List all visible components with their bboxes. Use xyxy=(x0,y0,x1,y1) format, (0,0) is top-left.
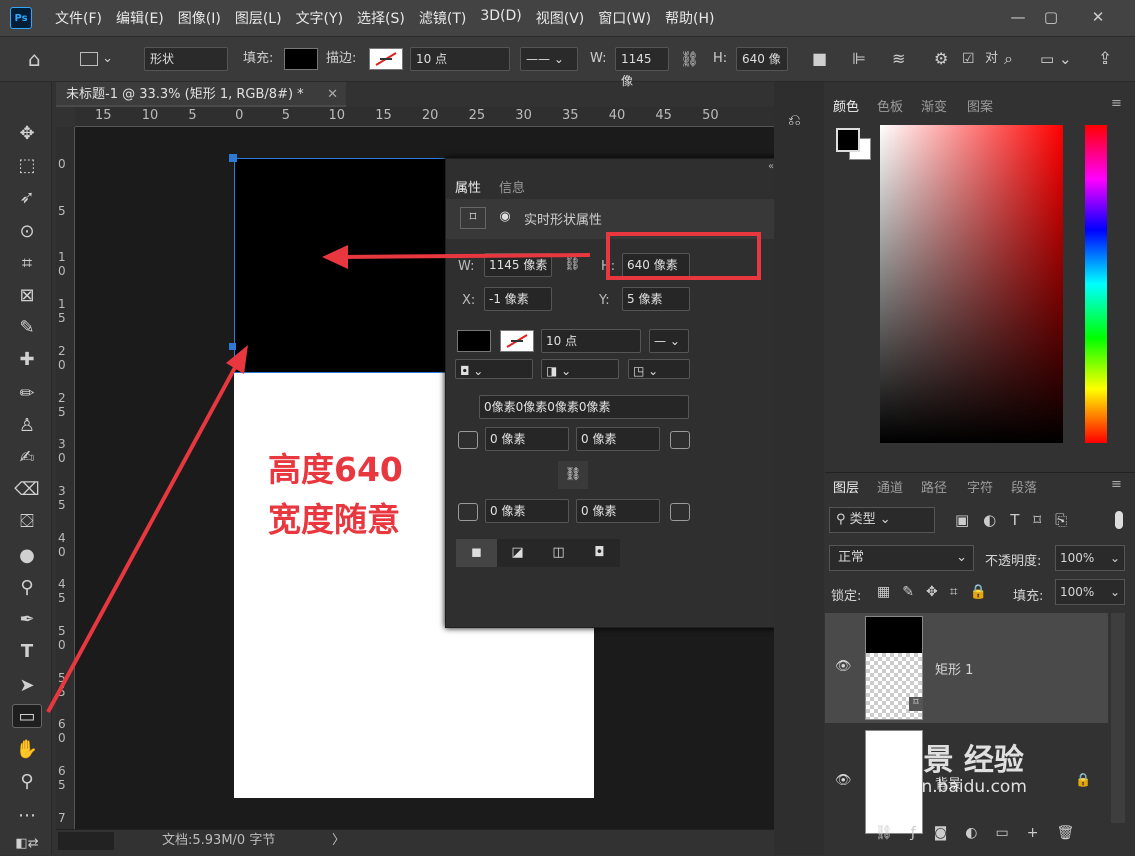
blend-mode-select[interactable]: 正常 ⌄ xyxy=(829,545,974,571)
tab-layers[interactable]: 图层 xyxy=(833,477,859,496)
fill-field[interactable]: 100% ⌄ xyxy=(1055,579,1125,605)
layers-scrollbar[interactable] xyxy=(1111,613,1125,823)
tab-character[interactable]: 字符 xyxy=(967,477,993,496)
panel-menu-icon[interactable]: ≡ xyxy=(1111,477,1122,492)
tab-swatches[interactable]: 色板 xyxy=(877,96,903,115)
zoom-box[interactable] xyxy=(58,832,114,850)
lock-icon: 🔒 xyxy=(1075,773,1092,788)
eye-icon[interactable]: 👁 xyxy=(835,773,852,788)
annotation-height: 高度640 xyxy=(268,450,403,489)
layer-row[interactable]: 👁 ⌑ 矩形 1 xyxy=(825,613,1108,723)
search-icon: ⚲ xyxy=(836,512,850,527)
tab-gradients[interactable]: 渐变 xyxy=(921,96,947,115)
filter-toggle[interactable] xyxy=(1115,511,1123,529)
annotation-width: 宽度随意 xyxy=(268,500,400,539)
doc-size: 文档:5.93M/0 字节 xyxy=(162,833,276,848)
lock-label: 锁定: xyxy=(831,589,862,604)
layers-panel: 图层 通道 路径 字符 段落 ≡ ⚲ 类型 ⌄ ▣◐T⌑⎘ 正常 ⌄ 不透明度: … xyxy=(825,472,1135,855)
layer-filter-select[interactable]: ⚲ 类型 ⌄ xyxy=(829,507,935,533)
status-bar: 文档:5.93M/0 字节 〉 xyxy=(56,829,774,855)
tab-paths[interactable]: 路径 xyxy=(921,477,947,496)
vector-shape-icon: ⌑ xyxy=(909,697,923,711)
status-arrow-icon[interactable]: 〉 xyxy=(332,830,345,852)
collapsed-panels: ⎌ xyxy=(774,82,824,855)
hue-slider[interactable] xyxy=(1085,125,1107,443)
fill-label: 填充: xyxy=(1013,589,1044,604)
watermark-logo: Bai景 经验 jingyan.baidu.com xyxy=(870,743,1027,797)
layer-name[interactable]: 矩形 1 xyxy=(935,659,973,678)
opacity-field[interactable]: 100% ⌄ xyxy=(1055,545,1125,571)
history-icon[interactable]: ⎌ xyxy=(788,110,810,136)
tab-paragraph[interactable]: 段落 xyxy=(1011,477,1037,496)
panel-menu-icon[interactable]: ≡ xyxy=(1111,96,1122,111)
tab-color[interactable]: 颜色 xyxy=(833,96,859,115)
layer-actions[interactable]: ⛓ƒ◙◐▭+🗑 xyxy=(875,825,1092,841)
filter-icons[interactable]: ▣◐T⌑⎘ xyxy=(955,511,1081,529)
opacity-label: 不透明度: xyxy=(985,554,1042,569)
tab-channels[interactable]: 通道 xyxy=(877,477,903,496)
saturation-brightness-field[interactable] xyxy=(880,125,1063,443)
lock-icons[interactable]: ▦✎✥⌗🔒 xyxy=(877,584,999,600)
foreground-color-swatch[interactable] xyxy=(836,128,860,152)
tab-patterns[interactable]: 图案 xyxy=(967,96,993,115)
eye-icon[interactable]: 👁 xyxy=(835,659,852,674)
